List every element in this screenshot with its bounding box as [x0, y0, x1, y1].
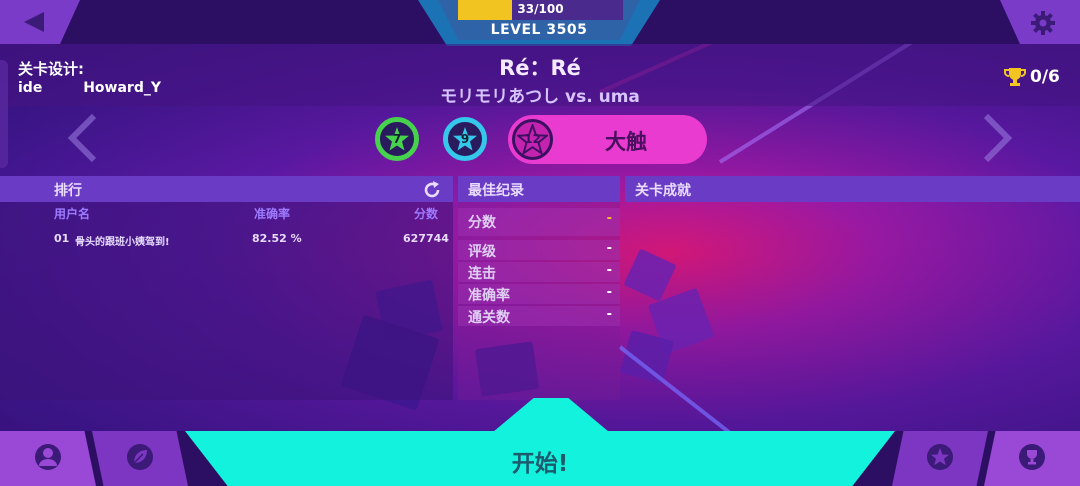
difficulty-label: 大触 — [605, 130, 647, 154]
favorites-button[interactable] — [892, 431, 988, 486]
xp-text: 33/100 — [517, 2, 564, 16]
stat-label-score: 分数 — [468, 215, 496, 231]
ranking-title: 排行 — [54, 183, 82, 199]
column-header-username: 用户名 — [54, 207, 91, 221]
trophy-count: 0/6 — [1030, 67, 1060, 87]
star-icon — [927, 444, 953, 470]
next-song-icon[interactable] — [980, 112, 1014, 164]
row-rank: 01 — [54, 232, 70, 245]
stat-value-accuracy: - — [606, 285, 612, 300]
refresh-icon[interactable] — [422, 180, 442, 200]
xp-bar: 33/100 — [458, 0, 623, 20]
stat-label-grade: 评级 — [468, 244, 496, 260]
stat-value-combo: - — [606, 263, 612, 278]
achievements-title: 关卡成就 — [635, 183, 691, 199]
best-record-title: 最佳纪录 — [468, 183, 524, 199]
gear-icon — [1031, 11, 1055, 35]
achievements-header — [625, 176, 1080, 202]
level-text: LEVEL 3505 — [490, 22, 588, 38]
stat-label-combo: 连击 — [468, 266, 496, 282]
difficulty-level: 7 — [392, 132, 402, 146]
profile-button[interactable] — [0, 431, 96, 486]
stat-label-clears: 通关数 — [468, 310, 510, 326]
stat-value-clears: - — [606, 307, 612, 322]
stat-value-score: - — [606, 211, 612, 226]
row-username: 骨头的跟班小姨驾到! — [75, 237, 170, 248]
difficulty-hard[interactable]: 9 — [443, 117, 487, 161]
difficulty-level: 9 — [460, 132, 470, 146]
column-header-accuracy: 准确率 — [254, 207, 291, 221]
trophy-icon — [1019, 444, 1045, 470]
back-arrow-icon — [24, 12, 44, 32]
mods-button[interactable] — [92, 431, 188, 486]
row-score: 627744 — [403, 232, 449, 245]
trophy-icon — [1004, 68, 1026, 86]
stat-label-accuracy: 准确率 — [468, 288, 510, 304]
start-button-label[interactable]: 开始! — [440, 444, 640, 478]
prev-song-icon[interactable] — [66, 112, 100, 164]
row-accuracy: 82.52 % — [252, 232, 302, 245]
profile-icon — [35, 444, 61, 470]
difficulty-easy[interactable]: 7 — [375, 117, 419, 161]
difficulty-level: 12 — [524, 132, 541, 146]
difficulty-master-selected[interactable]: 12 大触 — [508, 115, 707, 164]
column-header-score: 分数 — [414, 207, 439, 221]
song-title: Ré：Ré — [499, 56, 581, 80]
difficulty-badge: 12 — [512, 119, 553, 160]
leaf-icon — [127, 444, 153, 470]
stat-value-grade: - — [606, 241, 612, 256]
song-artist: モリモリあつし vs. uma — [440, 87, 640, 107]
leaderboard-button[interactable] — [984, 431, 1080, 486]
